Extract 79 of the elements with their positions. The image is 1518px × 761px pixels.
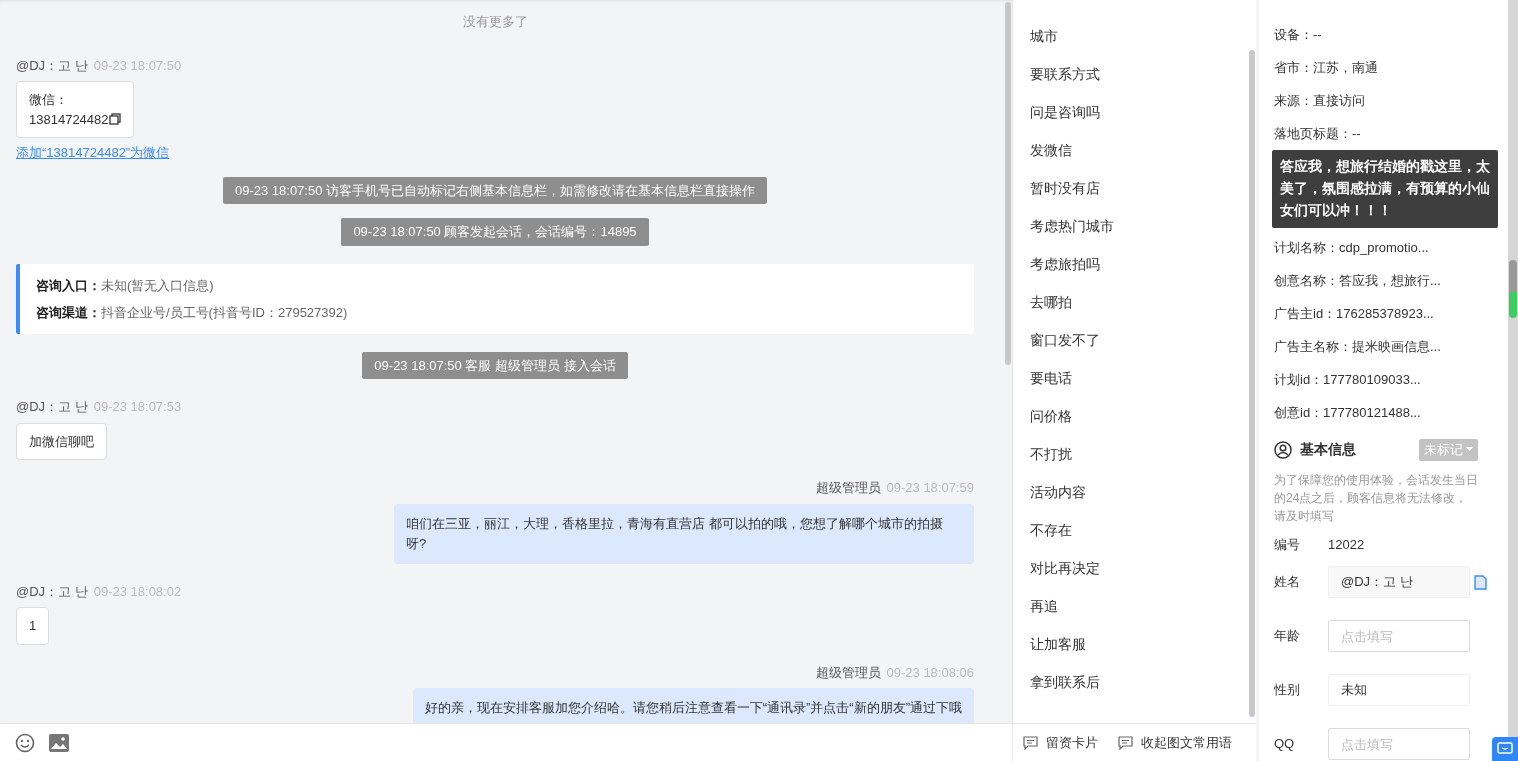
select-field[interactable]: 未知 [1328,674,1470,706]
field-label: 年龄 [1274,627,1301,646]
caret-icon [1466,447,1473,453]
source-info-row-text: 计划id：177780109033... [1274,371,1422,389]
chat-icon [1497,742,1513,756]
field-label: 编号 [1274,535,1301,554]
wechat-number: 13814724482 [29,110,109,129]
info-label: 咨询入口： [36,277,101,293]
field-label: 性别 [1274,681,1301,700]
info-label: 咨询渠道： [36,304,101,320]
message-time: 09-23 18:08:06 [886,664,974,680]
quick-phrase-item[interactable]: 对比再决定 [1030,549,1249,587]
emoji-icon[interactable] [15,732,35,753]
field-label: 姓名 [1274,573,1301,592]
sender-name: @DJ：고 난 [16,399,88,414]
footer-action-button[interactable]: 收起图文常用语 [1118,732,1232,753]
quick-phrase-item[interactable]: 问是咨询吗 [1030,93,1249,131]
section-title: 基本信息 [1300,440,1357,460]
sender-name: 超级管理员 [815,664,881,680]
quick-phrase-item[interactable]: 考虑热门城市 [1030,207,1249,245]
footer-action-button[interactable]: 留资卡片 [1023,732,1098,753]
message-time: 09-23 18:07:50 [93,57,182,73]
copy-icon[interactable] [108,113,121,126]
message-time: 09-23 18:07:53 [93,399,182,414]
chat-button[interactable] [1492,737,1518,761]
sender-name: @DJ：고 난 [16,583,88,599]
source-info-row-text: 广告主名称：提米映画信息... [1274,338,1442,356]
system-message: 09-23 18:07:50 客服 超级管理员 接入会话 [362,351,628,379]
system-message: 09-23 18:07:50 访客手机号已自动标记右侧基本信息栏，如需修改请在基本信息栏直接操作 [222,176,768,204]
quick-phrase-item[interactable]: 考虑旅拍吗 [1030,245,1249,283]
message-time: 09-23 18:07:59 [886,480,974,495]
quick-phrase-item[interactable]: 要联系方式 [1030,55,1249,93]
system-message: 09-23 18:07:50 顾客发起会话，会话编号：14895 [341,218,649,246]
source-info-row-text: 落地页标题：-- [1274,125,1362,143]
source-info-row-text: 来源：直接访问 [1274,92,1366,110]
tooltip: 答应我，想旅行结婚的戳这里，太美了，氛围感拉满，有预算的小仙女们可以冲！！！ [1272,150,1498,228]
quick-phrase-item[interactable]: 拿到联系后 [1030,663,1249,701]
scrollbar-thumb[interactable] [1249,50,1255,717]
field-label: QQ [1274,735,1296,754]
message-bubble: 咱们在三亚，丽江，大理，香格里拉，青海有直营店 都可以拍的哦，您想了解哪个城市的拍摄呀? [394,503,974,564]
quick-phrase-item[interactable]: 再追 [1030,587,1249,625]
quick-phrase-item[interactable]: 不存在 [1030,511,1249,549]
input-field[interactable]: 点击填写 [1328,620,1470,652]
message-icon [1023,735,1038,750]
notice-text: 为了保障您的使用体验，会话发生当日的24点之后，顾客信息将无法修改，请及时填写 [1274,471,1479,525]
card-label: 微信： [29,91,69,109]
quick-phrase-item[interactable]: 暂时没有店 [1030,169,1249,207]
quick-phrase-item[interactable]: 让加客服 [1030,625,1249,663]
source-info-row-text: 创意名称：答应我，想旅行... [1274,272,1442,290]
sender-name: 超级管理员 [815,480,881,495]
source-info-row-text: 广告主id：176285378923... [1274,305,1435,323]
person-icon [1274,440,1292,459]
quick-phrase-item[interactable]: 去哪拍 [1030,283,1249,321]
input-field[interactable]: 点击填写 [1328,728,1470,760]
source-info-row-text: 计划名称：cdp_promotio... [1274,239,1430,257]
message-icon [1118,735,1133,750]
quick-phrase-item[interactable]: 城市 [1030,17,1249,55]
no-more-text: 没有更多了 [461,13,529,31]
quick-phrase-item[interactable]: 不打扰 [1030,435,1249,473]
info-value: 抖音企业号/员工号(抖音号ID：279527392) [101,304,348,320]
quick-phrase-item[interactable]: 要电话 [1030,359,1249,397]
source-info-row-text: 省市：江苏，南通 [1274,59,1379,77]
field-value: 12022 [1328,535,1365,554]
message-bubble: 1 [16,607,50,645]
image-icon[interactable] [49,733,69,752]
scrollbar-thumb[interactable] [1509,260,1517,318]
quick-phrase-item[interactable]: 问价格 [1030,397,1249,435]
quick-phrase-item[interactable]: 窗口发不了 [1030,321,1249,359]
message-bubble: 好的亲，现在安排客服加您介绍哈。请您稍后注意查看一下“通讯录”并点击“新的朋友”通过下哦 [412,688,974,723]
quick-phrase-item[interactable]: 活动内容 [1030,473,1249,511]
message-time: 09-23 18:08:02 [93,583,182,599]
scrollbar-thumb[interactable] [1005,2,1011,365]
source-info-row-text: 设备：-- [1274,26,1323,44]
quick-phrase-item[interactable]: 发微信 [1030,131,1249,169]
message-bubble: 加微信聊吧 [16,422,107,460]
info-value: 未知(暂无入口信息) [101,277,214,293]
source-info-row-text: 创意id：177780121488... [1274,404,1422,422]
sender-name: @DJ：고 난 [16,57,88,73]
name-field: @DJ：고 난 [1328,566,1470,598]
